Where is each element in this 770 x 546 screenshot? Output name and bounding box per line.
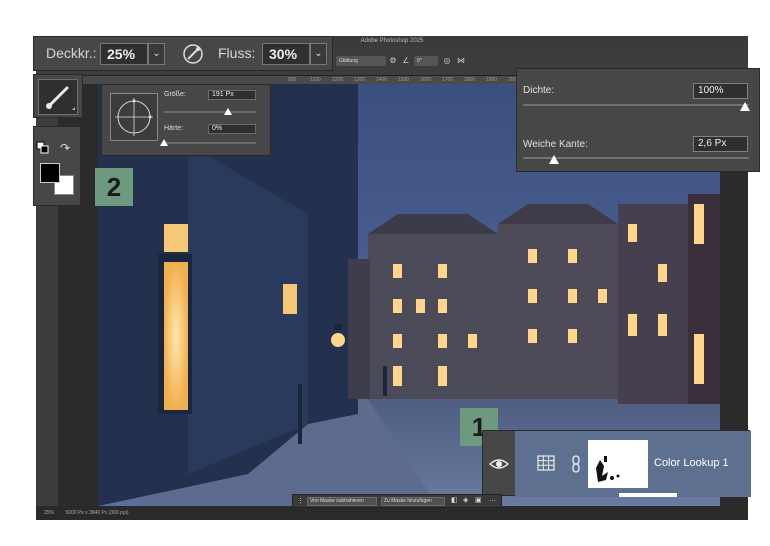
flow-label: Fluss: (218, 45, 256, 61)
hardness-label: Härte: (164, 125, 184, 132)
ruler-tick: 1900 (486, 77, 498, 83)
opacity-field[interactable]: 25% (100, 43, 148, 65)
symmetry-icon[interactable]: ⋈ (456, 56, 466, 66)
size-field[interactable]: 191 Px (208, 90, 256, 100)
mask-action-bar: ⋮ Von Maske subtrahieren Zu Maske hinzuf… (292, 494, 502, 508)
angle-icon: ∠ (402, 56, 410, 65)
flow-field[interactable]: 30% (262, 43, 310, 65)
more-icon[interactable]: … (489, 496, 496, 503)
gear-icon[interactable]: ⚙ (388, 56, 398, 66)
brush-preview[interactable] (110, 93, 158, 141)
ruler-tick: 1200 (332, 77, 344, 83)
hardness-slider-handle[interactable] (160, 139, 168, 146)
density-slider-track[interactable] (523, 104, 749, 106)
ruler-tick: 1300 (354, 77, 366, 83)
brush-size-popup: Größe: 191 Px Härte: 0% (101, 84, 271, 156)
feather-field[interactable]: 2,6 Px (693, 136, 748, 152)
size-slider-track[interactable] (164, 111, 256, 113)
zoom-level[interactable]: 25% (44, 510, 54, 516)
add-to-mask-button[interactable]: Zu Maske hinzufügen (381, 497, 445, 506)
mask-properties-panel: Dichte: 100% Weiche Kante: 2,6 Px (516, 68, 760, 172)
ruler-tick: 1100 (310, 77, 321, 83)
angle-field[interactable]: 0° (414, 56, 438, 66)
delete-icon[interactable]: ▣ (475, 496, 482, 504)
refine-icon[interactable]: ◈ (463, 496, 468, 504)
ruler-tick: 1600 (420, 77, 432, 83)
hardness-field[interactable]: 0% (208, 124, 256, 134)
layer-underline (619, 493, 677, 497)
flow-dropdown[interactable]: ⌄ (310, 43, 327, 65)
opacity-label: Deckkr.: (46, 45, 97, 61)
size-label: Größe: (164, 91, 186, 98)
document-info[interactable]: 5000 Px x 3840 Px (300 ppi) (65, 510, 128, 516)
ruler-tick: 1500 (398, 77, 410, 83)
density-field[interactable]: 100% (693, 83, 748, 99)
feather-slider-handle[interactable] (549, 155, 559, 164)
ruler-tick: 1700 (442, 77, 454, 83)
airbrush-icon[interactable] (182, 43, 204, 65)
brush-tool-panel (33, 74, 83, 118)
default-colors-icon[interactable] (36, 141, 50, 155)
status-bar: 25% 5000 Px x 3840 Px (300 ppi) (36, 506, 748, 520)
density-label: Dichte: (523, 85, 555, 96)
ruler-tick: 1800 (464, 77, 476, 83)
ruler-tick: 800 (288, 77, 297, 83)
opacity-dropdown[interactable]: ⌄ (148, 43, 165, 65)
brush-options-bar: Deckkr.: 25% ⌄ Fluss: 30% ⌄ (33, 36, 333, 71)
foreground-color[interactable] (40, 163, 60, 183)
chain-icon[interactable] (571, 455, 581, 473)
color-swatches: ↷ (33, 126, 81, 206)
drag-handle-icon[interactable]: ⋮ (297, 497, 304, 505)
layer-row[interactable]: Color Lookup 1 (482, 430, 751, 497)
density-slider-handle[interactable] (740, 102, 750, 111)
step-badge-2: 2 (95, 168, 133, 206)
hardness-slider-track[interactable] (164, 142, 256, 144)
ruler-tick: 1400 (376, 77, 388, 83)
screenshot-stage: Adobe Photoshop 2025 Glättung ⚙ ∠ 0° ◎ ⋈… (0, 0, 770, 546)
smoothing-field[interactable]: Glättung (336, 56, 386, 66)
eye-icon[interactable] (488, 457, 510, 471)
invert-icon[interactable]: ◧ (451, 496, 458, 504)
layer-name[interactable]: Color Lookup 1 (654, 457, 729, 469)
brush-icon[interactable] (38, 79, 78, 115)
layer-mask-thumbnail[interactable] (588, 440, 648, 488)
size-slider-handle[interactable] (224, 108, 232, 115)
feather-label: Weiche Kante: (523, 139, 588, 150)
swap-icon[interactable]: ↷ (60, 141, 74, 155)
pressure-icon[interactable]: ◎ (442, 56, 452, 66)
subtract-from-mask-button[interactable]: Von Maske subtrahieren (307, 497, 377, 506)
grid-icon (537, 455, 555, 471)
